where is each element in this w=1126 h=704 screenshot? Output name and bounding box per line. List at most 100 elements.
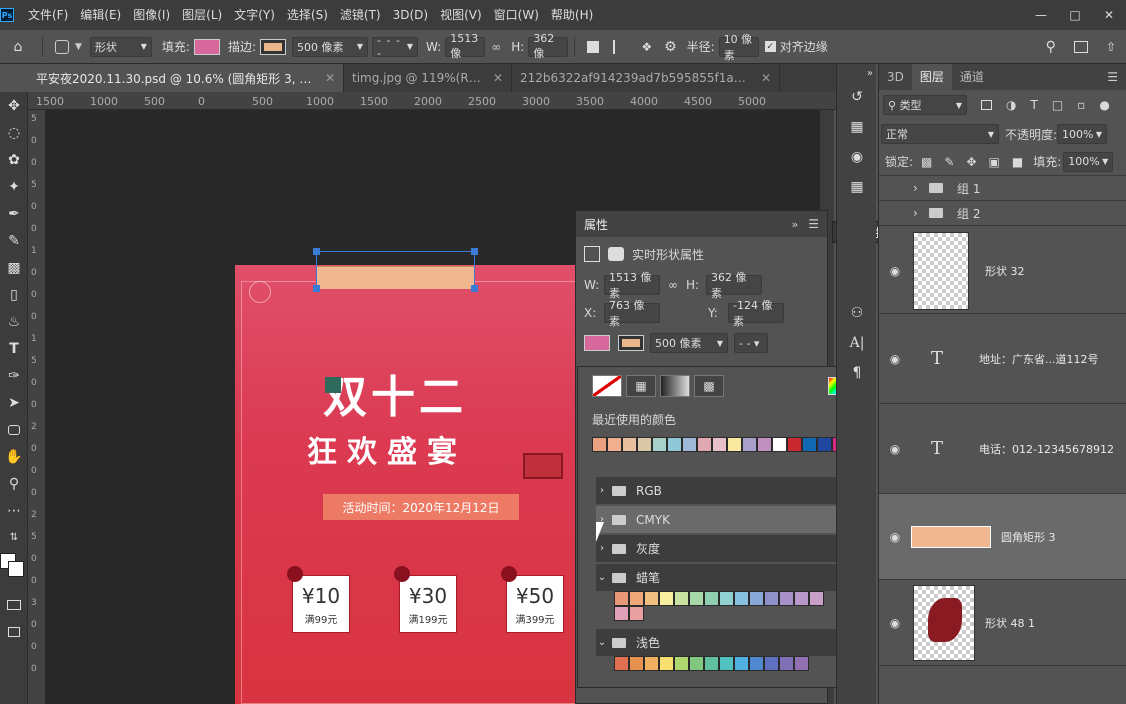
color-swatch[interactable] [644,656,659,671]
color-swatch[interactable] [742,436,757,452]
color-swatch[interactable] [659,656,674,671]
shape-mode-select[interactable]: 形状 ▼ [89,36,152,57]
color-swatch[interactable] [637,436,652,452]
color-swatch[interactable] [817,436,832,452]
color-swatch[interactable] [689,591,704,606]
color-swatch[interactable] [689,656,704,671]
fill-swatch[interactable] [584,335,610,351]
layers-tab[interactable]: 图层 [911,64,952,90]
home-icon[interactable]: ⌂ [0,33,36,60]
palette-icon[interactable]: ◉ [837,142,877,172]
color-swatch[interactable] [697,436,712,452]
color-swatch[interactable] [674,656,689,671]
document-tab[interactable]: 212b6322af914239ad7b595855f1ae43.jpg @..… [512,64,780,92]
mask-properties-icon[interactable] [608,247,624,261]
color-swatch[interactable] [719,591,734,606]
color-swatch[interactable] [757,436,772,452]
color-swatch[interactable] [727,436,742,452]
filter-toggle-icon[interactable]: ● [1099,98,1109,112]
layer-row[interactable]: ◉ 形状 32 [879,228,1126,314]
close-tab-icon[interactable]: ✕ [493,71,503,85]
lock-all-icon[interactable]: ■ [1012,155,1023,169]
chevron-down-icon[interactable]: ⌄ [596,637,608,648]
stroke-swatch[interactable] [618,335,644,351]
layer-row[interactable]: ◉ T 电话：012-12345678912 [879,404,1126,494]
align-edges-checkbox[interactable]: ✓ [764,41,776,52]
swap-colors-icon[interactable]: ⇅ [0,524,28,551]
color-swatch[interactable] [809,591,824,606]
rounded-rectangle-tool-icon[interactable] [0,416,28,443]
layer-row[interactable]: ◉ 形状 48 1 [879,580,1126,666]
layer-group-row[interactable]: › 组 2 [879,201,1126,226]
color-swatch[interactable] [622,436,637,452]
color-swatch[interactable] [734,591,749,606]
color-swatch[interactable] [764,591,779,606]
selected-rounded-rectangle[interactable] [313,248,478,292]
glyphs-icon[interactable]: ⚇ [837,298,877,328]
link-icon[interactable]: ∞ [668,278,678,292]
coupon-card[interactable]: ¥50 满399元 [501,566,564,633]
color-swatch[interactable] [704,656,719,671]
close-icon[interactable]: ✕ [1092,0,1126,30]
color-swatch[interactable] [779,591,794,606]
pen-tool-icon[interactable]: ✑ [0,362,28,389]
quick-mask-icon[interactable] [0,591,28,618]
brush-tool-icon[interactable]: ✎ [0,227,28,254]
blend-mode-select[interactable]: 正常 ▼ [881,124,999,144]
menu-item[interactable]: 图层(L) [176,0,228,30]
chevron-right-icon[interactable]: › [913,181,918,195]
paint-bucket-tool-icon[interactable]: ♨ [0,308,28,335]
color-swatch[interactable] [644,591,659,606]
panel-menu-icon[interactable]: ☰ [1107,70,1118,84]
transform-handle[interactable] [313,285,320,292]
swatch-folder[interactable]: › RGB [596,477,841,504]
color-swatch[interactable] [802,436,817,452]
path-operations-icon[interactable] [587,40,600,53]
filter-type-select[interactable]: ⚲ 类型 ▼ [883,95,967,115]
color-swatch[interactable] [659,591,674,606]
lock-transparent-icon[interactable]: ▩ [921,155,932,169]
radius-input[interactable]: 10 像素 [718,33,759,62]
color-swatch[interactable] [629,591,644,606]
type-tool-icon[interactable]: T [0,335,28,362]
color-swatch[interactable] [749,656,764,671]
menu-item[interactable]: 滤镜(T) [334,0,387,30]
fill-input[interactable]: 100% ▼ [1063,151,1114,172]
x-input[interactable]: 763 像素 [604,299,660,328]
chevron-right-icon[interactable]: › [596,543,608,554]
stroke-width-input[interactable]: 500 像素 ▼ [650,333,728,353]
close-tab-icon[interactable]: ✕ [761,71,771,85]
move-tool-icon[interactable]: ✥ [0,92,28,119]
color-swatch[interactable] [629,656,644,671]
w-input[interactable]: 1513 像 [445,32,486,60]
menu-item[interactable]: 3D(D) [387,0,434,30]
filter-pixel-icon[interactable] [981,100,992,110]
w-input[interactable]: 1513 像素 [604,271,660,300]
h-input[interactable]: 362 像素 [706,271,762,300]
character-icon[interactable]: A| [837,328,877,358]
menu-item[interactable]: 选择(S) [281,0,334,30]
stamp-tool-icon[interactable]: ▩ [0,254,28,281]
path-arrangement-icon[interactable]: ❖ [641,40,652,54]
color-swatch[interactable] [652,436,667,452]
swatch-folder[interactable]: ⌄ 浅色 [596,629,841,656]
color-swatch[interactable] [779,656,794,671]
color-swatch[interactable] [719,656,734,671]
color-swatch[interactable] [667,436,682,452]
stroke-width-input[interactable]: 500 像素 ▼ [292,36,369,57]
solid-color-icon[interactable]: ▦ [626,375,656,397]
color-swatch[interactable] [749,591,764,606]
search-icon[interactable]: ⚲ [1046,39,1056,55]
color-swatch[interactable] [592,436,607,452]
color-swatch[interactable] [764,656,779,671]
background-color[interactable] [8,561,24,577]
menu-item[interactable]: 文件(F) [22,0,74,30]
eye-icon[interactable]: ◉ [887,442,903,456]
document-tab[interactable]: 平安夜2020.11.30.psd @ 10.6% (圆角矩形 3, RGB/8… [28,64,344,92]
transform-handle[interactable] [471,285,478,292]
lasso-tool-icon[interactable]: ✿ [0,146,28,173]
lock-position-icon[interactable]: ✥ [966,155,976,169]
gear-icon[interactable]: ⚙ [664,39,677,55]
eye-icon[interactable]: ◉ [887,616,903,630]
h-input[interactable]: 362 像 [528,32,569,60]
